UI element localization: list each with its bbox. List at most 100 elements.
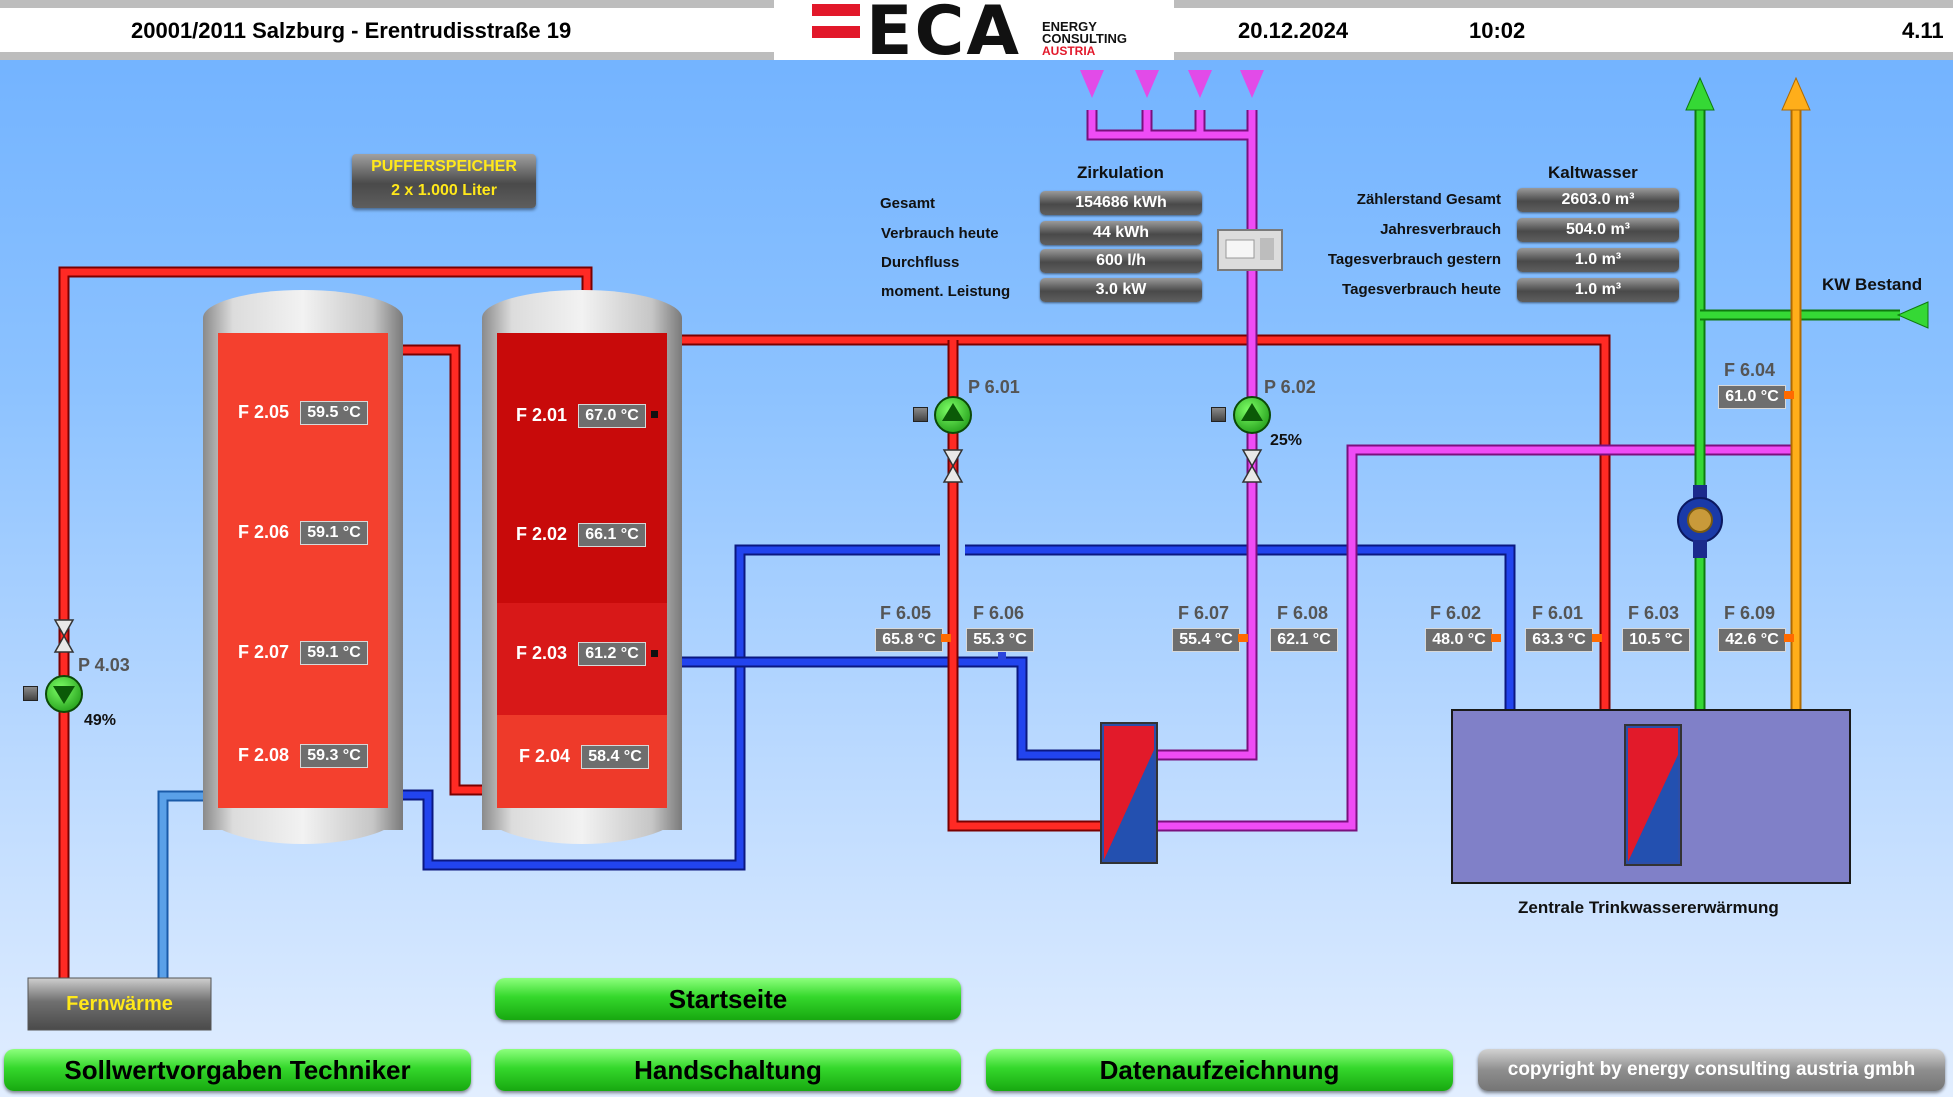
warm-water-arrow-up <box>1781 76 1811 111</box>
kaltwasser-value: 1.0 m³ <box>1517 248 1679 272</box>
sollwertvorgaben-button[interactable]: Sollwertvorgaben Techniker <box>4 1049 471 1091</box>
pump-icon[interactable] <box>1233 396 1271 434</box>
sensor-label: F 2.04 <box>519 746 571 766</box>
sensor-label: F 6.09 <box>1724 603 1776 623</box>
page-number: 4.11 <box>1902 18 1944 43</box>
pump-arrow-icon <box>942 403 964 421</box>
sensor-value: 48.0 °C <box>1425 628 1493 652</box>
sensor-marker <box>651 411 658 418</box>
startseite-button[interactable]: Startseite <box>495 978 961 1020</box>
zirkulation-value: 44 kWh <box>1040 221 1202 245</box>
circulation-outlets <box>1080 70 1264 98</box>
sensor-probe <box>998 652 1006 660</box>
sensor-value: 58.4 °C <box>581 745 649 769</box>
cold-water-arrow-in <box>1896 301 1929 329</box>
kaltwasser-value: 504.0 m³ <box>1517 218 1679 242</box>
header-date: 20.12.2024 <box>1238 18 1349 43</box>
pump-icon[interactable] <box>45 675 83 713</box>
sensor-value: 67.0 °C <box>578 404 646 428</box>
kaltwasser-label: Jahresverbrauch <box>1380 221 1501 238</box>
sensor-label: F 2.01 <box>516 405 568 425</box>
site-title: 20001/2011 Salzburg - Erentrudisstraße 1… <box>131 18 572 43</box>
sensor-value: 55.3 °C <box>966 628 1034 652</box>
valve-p403 <box>53 619 75 653</box>
header-stripe <box>0 52 774 60</box>
heat-exchanger-small <box>1100 722 1158 864</box>
sensor-value: 66.1 °C <box>578 523 646 547</box>
pump-arrow-icon <box>1241 403 1263 421</box>
logo-bar <box>812 26 860 38</box>
zirkulation-label: Durchfluss <box>881 254 960 271</box>
logo-mark: ECA <box>866 0 1021 71</box>
pipe-tank-link-hot <box>400 344 485 796</box>
sensor-label: F 6.01 <box>1532 603 1584 623</box>
sensor-value: 10.5 °C <box>1622 628 1690 652</box>
central-dhw-label: Zentrale Trinkwassererwärmung <box>1518 898 1779 917</box>
zirkulation-value: 154686 kWh <box>1040 191 1202 215</box>
kaltwasser-label: Tagesverbrauch heute <box>1342 281 1501 298</box>
district-heating-label: Fernwärme <box>66 993 173 1015</box>
sensor-value: 61.2 °C <box>578 642 646 666</box>
pump-label: P 6.01 <box>968 377 1020 397</box>
pump-indicator <box>23 686 38 701</box>
logo-text-austria: AUSTRIA <box>1042 44 1096 58</box>
sensor-value: 59.5 °C <box>300 401 368 425</box>
valve-p602 <box>1241 449 1263 483</box>
pump-label: P 4.03 <box>78 655 130 675</box>
kaltwasser-label: Tagesverbrauch gestern <box>1327 251 1501 268</box>
sensor-probe <box>1238 634 1248 642</box>
sensor-label: F 6.02 <box>1430 603 1482 623</box>
zirkulation-value: 3.0 kW <box>1040 278 1202 302</box>
kaltwasser-value: 1.0 m³ <box>1517 278 1679 302</box>
valve-p601 <box>942 449 964 483</box>
sensor-marker <box>651 650 658 657</box>
sensor-label: F 6.04 <box>1724 360 1776 380</box>
header-stripe <box>0 0 774 8</box>
sensor-value: 55.4 °C <box>1172 628 1240 652</box>
zirkulation-label: Gesamt <box>880 195 936 212</box>
pump-arrow-icon <box>53 686 75 704</box>
header-stripe <box>1174 52 1953 60</box>
kaltwasser-title: Kaltwasser <box>1548 163 1638 182</box>
sensor-label: F 6.08 <box>1277 603 1329 623</box>
sensor-label: F 6.06 <box>973 603 1025 623</box>
sensor-value: 61.0 °C <box>1718 385 1786 409</box>
buffer-subtitle: 2 x 1.000 Liter <box>391 182 497 199</box>
sensor-label: F 2.07 <box>238 642 290 662</box>
central-dhw-unit <box>1451 709 1851 884</box>
sensor-label: F 6.07 <box>1178 603 1230 623</box>
zirkulation-label: Verbrauch heute <box>881 225 999 242</box>
pump-icon[interactable] <box>934 396 972 434</box>
sensor-value: 62.1 °C <box>1270 628 1338 652</box>
sensor-probe <box>1784 634 1794 642</box>
kw-bestand-label: KW Bestand <box>1822 275 1923 294</box>
sensor-probe <box>941 634 951 642</box>
sensor-value: 59.1 °C <box>300 641 368 665</box>
sensor-value: 42.6 °C <box>1718 628 1786 652</box>
sensor-label: F 6.05 <box>880 603 932 623</box>
sensor-probe <box>1592 634 1602 642</box>
piping-diagram <box>27 70 1929 1031</box>
sensor-label: F 6.03 <box>1628 603 1680 623</box>
copyright-banner: copyright by energy consulting austria g… <box>1478 1049 1945 1091</box>
header-time: 10:02 <box>1469 18 1526 43</box>
water-meter-icon <box>1677 485 1723 558</box>
sensor-label: F 2.02 <box>516 524 568 544</box>
sensor-label: F 2.03 <box>516 643 568 663</box>
heat-meter-icon <box>1217 229 1283 271</box>
kaltwasser-value: 2603.0 m³ <box>1517 188 1679 212</box>
zirkulation-label: moment. Leistung <box>881 283 1011 300</box>
sensor-value: 59.1 °C <box>300 521 368 545</box>
pump-indicator <box>913 407 928 422</box>
pump-indicator <box>1211 407 1226 422</box>
handschaltung-button[interactable]: Handschaltung <box>495 1049 961 1091</box>
sensor-value: 65.8 °C <box>875 628 943 652</box>
sensor-label: F 2.05 <box>238 402 290 422</box>
logo-bar <box>812 4 860 16</box>
sensor-probe <box>1784 391 1794 399</box>
eca-logo: ECA ENERGY CONSULTING AUSTRIA <box>774 0 1174 71</box>
sensor-value: 59.3 °C <box>300 744 368 768</box>
buffer-badge: PUFFERSPEICHER 2 x 1.000 Liter <box>352 154 536 208</box>
datenaufzeichnung-button[interactable]: Datenaufzeichnung <box>986 1049 1453 1091</box>
pipe-district-heating-return <box>157 790 210 980</box>
